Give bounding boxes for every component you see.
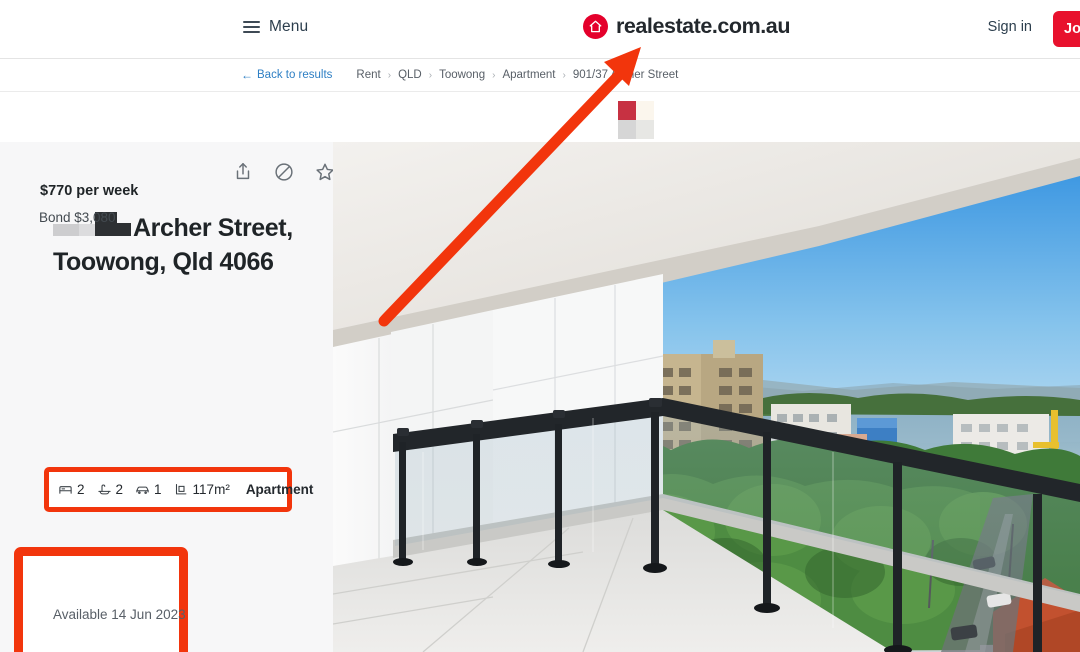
share-icon[interactable]	[232, 161, 254, 183]
hide-icon[interactable]	[273, 161, 295, 183]
arrow-left-icon: ←	[241, 68, 253, 82]
hamburger-icon	[243, 21, 260, 33]
availability-date: Available 14 Jun 2023	[53, 607, 186, 622]
sign-in-link[interactable]: Sign in	[988, 19, 1032, 35]
car-icon	[135, 482, 150, 497]
feature-bedrooms-value: 2	[77, 482, 85, 497]
menu-label: Menu	[269, 18, 309, 35]
thumbnail-placeholder-icon	[618, 101, 654, 139]
bath-icon	[97, 482, 112, 497]
breadcrumb-item-qld[interactable]: QLD	[398, 69, 422, 81]
breadcrumb-bar: ← Back to results Rent › QLD › Toowong ›…	[0, 59, 1080, 92]
house-logo-icon	[583, 14, 608, 39]
breadcrumb-separator: ›	[387, 69, 392, 81]
feature-carspaces: 1	[135, 482, 162, 497]
area-icon	[174, 482, 189, 497]
bed-icon	[58, 482, 73, 497]
price-value: $770 per week	[40, 183, 139, 199]
property-features: 2 2 1 117m² Apartment	[44, 467, 313, 512]
menu-button[interactable]: Menu	[243, 18, 308, 36]
breadcrumb-separator: ›	[428, 69, 433, 81]
feature-bedrooms: 2	[58, 482, 85, 497]
breadcrumb: ← Back to results Rent › QLD › Toowong ›…	[241, 68, 678, 82]
breadcrumb-separator: ›	[562, 69, 566, 81]
brand-name: realestate.com.au	[616, 14, 790, 38]
property-listing-page: Menu realestate.com.au Sign in Join ← Ba…	[0, 0, 1080, 652]
breadcrumb-separator: ›	[492, 69, 496, 81]
sub-header-strip	[0, 92, 1080, 142]
join-button[interactable]: Join	[1053, 11, 1080, 47]
site-header: Menu realestate.com.au Sign in Join	[0, 0, 1080, 59]
back-to-results-link[interactable]: ← Back to results	[241, 68, 332, 82]
feature-carspaces-value: 1	[154, 482, 162, 497]
bond-value: Bond $3,080	[39, 210, 116, 225]
address-line-1: Archer	[133, 214, 212, 242]
listing-actions	[232, 161, 336, 183]
brand-logo[interactable]: realestate.com.au	[583, 14, 790, 39]
feature-bathrooms-value: 2	[115, 482, 124, 497]
property-type-label: Apartment	[245, 482, 314, 497]
feature-area: 117m²	[174, 482, 230, 497]
breadcrumb-item-apartment[interactable]: Apartment	[502, 69, 555, 81]
back-to-results-label: Back to results	[257, 69, 333, 81]
listing-summary-panel: Archer Street, Toowong, Qld 4066 2 2 1 1…	[0, 142, 336, 652]
feature-area-value: 117m²	[192, 482, 230, 497]
breadcrumb-item-address: 901/37 Archer Street	[572, 69, 679, 81]
breadcrumb-item-rent[interactable]: Rent	[356, 69, 380, 81]
feature-bathrooms: 2	[97, 482, 124, 497]
breadcrumb-item-toowong[interactable]: Toowong	[439, 69, 485, 81]
address-line-3: 4066	[219, 247, 274, 276]
price-highlight-box	[14, 547, 188, 652]
property-hero-photo[interactable]	[333, 142, 1080, 652]
